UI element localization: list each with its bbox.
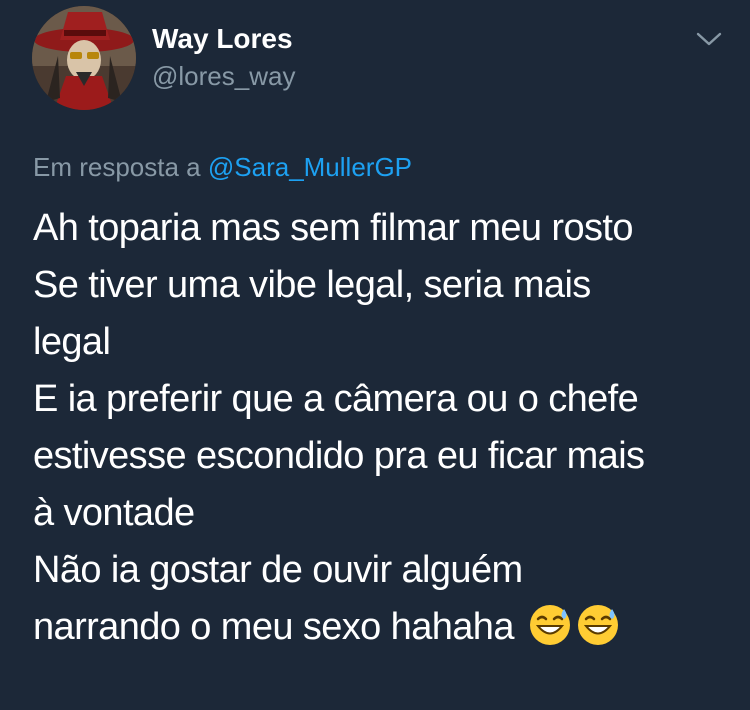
reply-mention-link[interactable]: @Sara_MullerGP [208, 152, 412, 182]
tweet-text-line: Se tiver uma vibe legal, seria mais [33, 264, 591, 306]
tweet: Way Lores @lores_way Em resposta a @Sara… [0, 0, 750, 710]
author-display-name[interactable]: Way Lores [152, 22, 293, 56]
tweet-text-line: Não ia gostar de ouvir alguém [33, 549, 523, 591]
tweet-text-line: à vontade [33, 492, 195, 534]
grinning-sweat-emoji-icon [576, 603, 620, 647]
author-handle[interactable]: @lores_way [152, 60, 295, 92]
tweet-text-line: estivesse escondido pra eu ficar mais [33, 435, 645, 477]
tweet-text-line: narrando o meu sexo hahaha [33, 606, 514, 648]
grinning-sweat-emoji-icon [528, 603, 572, 647]
tweet-text: Ah toparia mas sem filmar meu rosto Se t… [33, 200, 723, 656]
reply-prefix: Em resposta a [33, 152, 201, 182]
tweet-text-line: E ia preferir que a câmera ou o chefe [33, 378, 639, 420]
reply-context: Em resposta a @Sara_MullerGP [33, 150, 412, 184]
tweet-text-line: Ah toparia mas sem filmar meu rosto [33, 207, 633, 249]
chevron-down-icon[interactable] [694, 28, 724, 50]
avatar[interactable] [32, 6, 136, 110]
tweet-text-line-last: narrando o meu sexo hahaha [33, 599, 723, 656]
tweet-text-line: legal [33, 321, 111, 363]
